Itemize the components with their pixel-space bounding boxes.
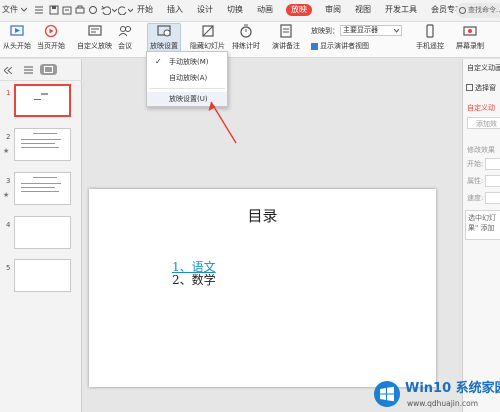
watermark-url: www.qdhuajin.com: [407, 399, 479, 408]
windows-logo-icon: [374, 381, 400, 407]
watermark-brand: Win10 系统家园: [405, 381, 500, 396]
annotation-arrow: [208, 101, 237, 144]
watermark: Win10 系统家园 www.qdhuajin.com: [371, 378, 500, 412]
